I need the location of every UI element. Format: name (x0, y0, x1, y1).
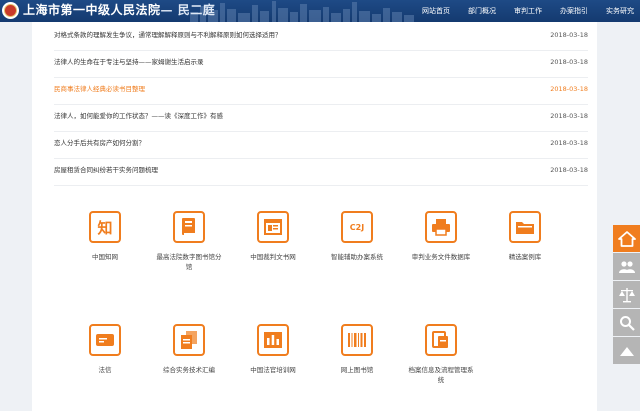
article-date: 2018-03-18 (550, 166, 588, 174)
sidebar-search-button[interactable] (613, 309, 640, 336)
article-date: 2018-03-18 (550, 85, 588, 93)
tile-faxin[interactable]: 法信 (65, 324, 145, 375)
tile-label: 最高法院数字图书馆分馆 (156, 253, 222, 271)
c2j-icon: C2J (341, 211, 373, 243)
article-title[interactable]: 恋人分手后共有房产如何分割？ (54, 132, 145, 154)
tile-practice-compilation[interactable]: 综合实务技术汇编 (149, 324, 229, 375)
tile-label: 网上图书馆 (340, 366, 374, 374)
tile-cnki[interactable]: 知 中国知网 (65, 211, 145, 262)
article-date: 2018-03-18 (550, 31, 588, 39)
card-icon (89, 324, 121, 356)
tile-judges-training[interactable]: 中国法官培训网 (233, 324, 313, 375)
article-row[interactable]: 房屋租赁合同纠纷若干实务问题梳理 2018-03-18 (54, 159, 588, 186)
article-row[interactable]: 法律人的生命在于专注与坚持——家姆谢生活启示录 2018-03-18 (54, 51, 588, 78)
printer-icon (425, 211, 457, 243)
tile-label: 档案信息及流程管理系统 (408, 366, 474, 384)
article-date: 2018-03-18 (550, 139, 588, 147)
sidebar-scales-button[interactable] (613, 281, 640, 308)
building-icon (257, 324, 289, 356)
article-title[interactable]: 法律人的生命在于专注与坚持——家姆谢生活启示录 (54, 51, 204, 73)
search-icon (619, 315, 635, 331)
nav-trial-work[interactable]: 审判工作 (514, 6, 542, 16)
article-date: 2018-03-18 (550, 112, 588, 120)
tile-label: 中国裁判文书网 (250, 253, 296, 261)
tile-business-documents-db[interactable]: 审判业务文件数据库 (401, 211, 481, 262)
division-name: — 民二庭 (160, 3, 216, 17)
article-title[interactable]: 民商事法律人经典必读书目整理 (54, 78, 145, 100)
tile-judgment-documents[interactable]: 中国裁判文书网 (233, 211, 313, 262)
court-name: 上海市第一中级人民法院 (23, 3, 161, 17)
floating-sidebar (613, 225, 640, 365)
tile-label: 审判业务文件数据库 (411, 253, 471, 261)
scales-icon (618, 287, 635, 302)
c2j-glyph: C2J (344, 216, 370, 238)
city-skyline-decoration (190, 1, 414, 22)
site-header: 上海市第一中级人民法院— 民二庭 网站首页 部门概况 审判工作 办案指引 实务研… (0, 0, 640, 22)
article-row[interactable]: 法律人，如何能爱你的工作状态？——读《深度工作》有感 2018-03-18 (54, 105, 588, 132)
tile-smart-case-system[interactable]: C2J 智能辅助办案系统 (317, 211, 397, 262)
article-row[interactable]: 恋人分手后共有房产如何分割？ 2018-03-18 (54, 132, 588, 159)
tile-label: 中国知网 (92, 253, 118, 261)
stacked-docs-icon (173, 324, 205, 356)
book-icon (173, 211, 205, 243)
document-window-icon (257, 211, 289, 243)
sidebar-back-to-top-button[interactable] (613, 337, 640, 364)
nav-case-guidance[interactable]: 办案指引 (560, 6, 588, 16)
nav-home[interactable]: 网站首页 (422, 6, 450, 16)
tile-supreme-court-library[interactable]: 最高法院数字图书馆分馆 (149, 211, 229, 272)
sidebar-home-button[interactable] (613, 225, 640, 252)
nav-department-overview[interactable]: 部门概况 (468, 6, 496, 16)
zhi-glyph: 知 (94, 216, 116, 238)
barcode-icon (341, 324, 373, 356)
tile-label: 中国法官培训网 (250, 366, 296, 374)
article-title[interactable]: 对格式条款的理解发生争议，通常理解解释原则与不利解释原则如何选择适用？ (54, 24, 282, 46)
tile-label: 智能辅助办案系统 (331, 253, 383, 261)
folder-icon (509, 211, 541, 243)
home-icon (617, 230, 636, 247)
nav-practice-research[interactable]: 实务研究 (606, 6, 634, 16)
sidebar-people-button[interactable] (613, 253, 640, 280)
site-title[interactable]: 上海市第一中级人民法院— 民二庭 (23, 2, 215, 19)
content-panel: 对格式条款的理解发生争议，通常理解解释原则与不利解释原则如何选择适用？ 2018… (32, 22, 597, 411)
court-emblem-logo[interactable] (2, 2, 19, 19)
up-arrow-icon (619, 346, 634, 356)
article-date: 2018-03-18 (550, 58, 588, 66)
article-row[interactable]: 对格式条款的理解发生争议，通常理解解释原则与不利解释原则如何选择适用？ 2018… (54, 24, 588, 51)
article-title[interactable]: 房屋租赁合同纠纷若干实务问题梳理 (54, 159, 158, 181)
tile-label: 精选案例库 (508, 253, 542, 261)
article-title[interactable]: 法律人，如何能爱你的工作状态？——读《深度工作》有感 (54, 105, 223, 127)
tile-archive-management[interactable]: 档案信息及流程管理系统 (401, 324, 481, 385)
tile-label: 综合实务技术汇编 (163, 366, 215, 374)
people-icon (618, 260, 635, 273)
zhi-icon: 知 (89, 211, 121, 243)
article-row-highlighted[interactable]: 民商事法律人经典必读书目整理 2018-03-18 (54, 78, 588, 105)
tile-selected-cases[interactable]: 精选案例库 (485, 211, 565, 262)
article-list: 对格式条款的理解发生争议，通常理解解释原则与不利解释原则如何选择适用？ 2018… (54, 24, 588, 186)
archive-icon (425, 324, 457, 356)
tile-label: 法信 (98, 366, 112, 374)
main-nav: 网站首页 部门概况 审判工作 办案指引 实务研究 (404, 0, 634, 22)
tile-online-library[interactable]: 网上图书馆 (317, 324, 397, 375)
